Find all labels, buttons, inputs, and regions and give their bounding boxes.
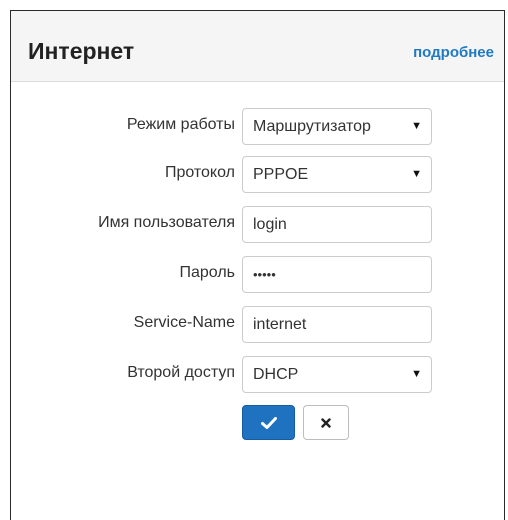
mode-label: Режим работы bbox=[126, 116, 235, 133]
username-input[interactable]: login bbox=[242, 206, 432, 243]
close-icon bbox=[321, 417, 331, 428]
password-label: Пароль bbox=[179, 264, 235, 281]
caret-down-icon: ▼ bbox=[411, 120, 422, 132]
second-access-label: Второй доступ bbox=[127, 364, 235, 381]
username-label: Имя пользователя bbox=[98, 214, 235, 231]
protocol-label: Протокол bbox=[164, 164, 235, 181]
second-access-select[interactable]: DHCP ▼ bbox=[242, 356, 432, 393]
confirm-button[interactable] bbox=[242, 405, 295, 440]
internet-panel: Интернет подробнее Режим работы Маршрути… bbox=[10, 10, 505, 520]
protocol-value: PPPOE bbox=[253, 166, 309, 183]
more-details-link[interactable]: подробнее bbox=[413, 44, 494, 61]
protocol-select[interactable]: PPPOE ▼ bbox=[242, 156, 432, 193]
caret-down-icon: ▼ bbox=[411, 368, 422, 380]
service-name-input[interactable]: internet bbox=[242, 306, 432, 343]
mode-select[interactable]: Маршрутизатор ▼ bbox=[242, 108, 432, 145]
checkmark-icon bbox=[260, 416, 277, 429]
mode-value: Маршрутизатор bbox=[253, 118, 371, 135]
panel-title: Интернет bbox=[28, 38, 135, 64]
cancel-button[interactable] bbox=[303, 405, 349, 440]
panel-header: Интернет подробнее bbox=[11, 11, 504, 82]
caret-down-icon: ▼ bbox=[411, 168, 422, 180]
service-name-label: Service-Name bbox=[133, 314, 235, 331]
password-input[interactable]: ••••• bbox=[242, 256, 432, 293]
second-access-value: DHCP bbox=[253, 366, 299, 383]
